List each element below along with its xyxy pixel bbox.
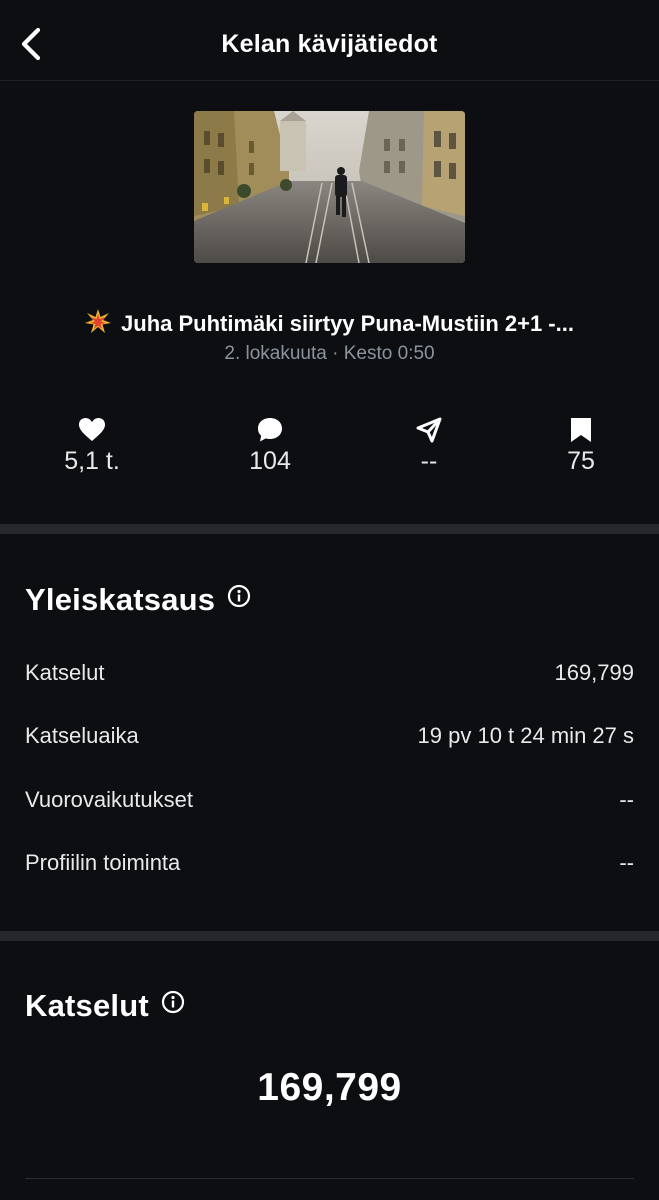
overview-title: Yleiskatsaus xyxy=(25,582,216,617)
total-views: 169,799 xyxy=(257,1066,402,1109)
heart-icon xyxy=(79,418,105,441)
info-icon[interactable] xyxy=(227,584,251,608)
metric-row: Katseluaika 19 pv 10 t 24 min 27 s xyxy=(25,723,634,753)
views-heading: Katselut xyxy=(25,988,185,1024)
bookmarks-stat: 75 xyxy=(521,415,641,476)
metric-label: Katselut xyxy=(25,660,105,685)
engagement-stats: 5,1 t. 104 -- 75 xyxy=(0,415,659,495)
likes-count: 5,1 t. xyxy=(64,447,120,475)
video-thumbnail[interactable] xyxy=(194,111,465,263)
collision-icon xyxy=(85,309,112,333)
bookmark-icon xyxy=(571,418,591,442)
metric-label: Profiilin toiminta xyxy=(25,850,181,875)
metric-label: Vuorovaikutukset xyxy=(25,787,193,812)
page-title: Kelan kävijätiedot xyxy=(221,30,438,58)
metric-value: 169,799 xyxy=(554,660,634,685)
views-title: Katselut xyxy=(25,988,149,1023)
metric-label: Katseluaika xyxy=(25,723,139,748)
metric-row: Vuorovaikutukset -- xyxy=(25,787,634,817)
likes-stat: 5,1 t. xyxy=(32,415,152,476)
video-meta: 2. lokakuuta · Kesto 0:50 xyxy=(0,343,659,365)
comments-count: 104 xyxy=(249,447,291,475)
metric-value: -- xyxy=(619,787,634,812)
top-bar: Kelan kävijätiedot xyxy=(0,0,659,81)
info-icon[interactable] xyxy=(161,990,185,1014)
video-title-text: Juha Puhtimäki siirtyy Puna-Mustiin 2+1 … xyxy=(121,311,574,336)
shares-stat: -- xyxy=(369,415,489,476)
metric-row: Katselut 169,799 xyxy=(25,660,634,690)
overview-heading: Yleiskatsaus xyxy=(25,582,251,618)
divider-line xyxy=(25,1178,634,1179)
video-duration: 0:50 xyxy=(397,343,435,364)
metric-row: Profiilin toiminta -- xyxy=(25,850,634,880)
metric-value: -- xyxy=(619,850,634,875)
metric-value: 19 pv 10 t 24 min 27 s xyxy=(417,723,634,748)
comment-icon xyxy=(258,418,282,442)
shares-count: -- xyxy=(420,447,438,475)
section-divider xyxy=(0,524,659,534)
video-title: Juha Puhtimäki siirtyy Puna-Mustiin 2+1 … xyxy=(0,309,659,337)
meta-separator: · xyxy=(332,343,339,364)
duration-label: Kesto xyxy=(343,343,393,364)
section-divider xyxy=(0,931,659,941)
share-icon xyxy=(416,417,442,443)
video-date: 2. lokakuuta xyxy=(224,343,327,364)
comments-stat: 104 xyxy=(210,415,330,476)
bookmarks-count: 75 xyxy=(567,447,595,475)
